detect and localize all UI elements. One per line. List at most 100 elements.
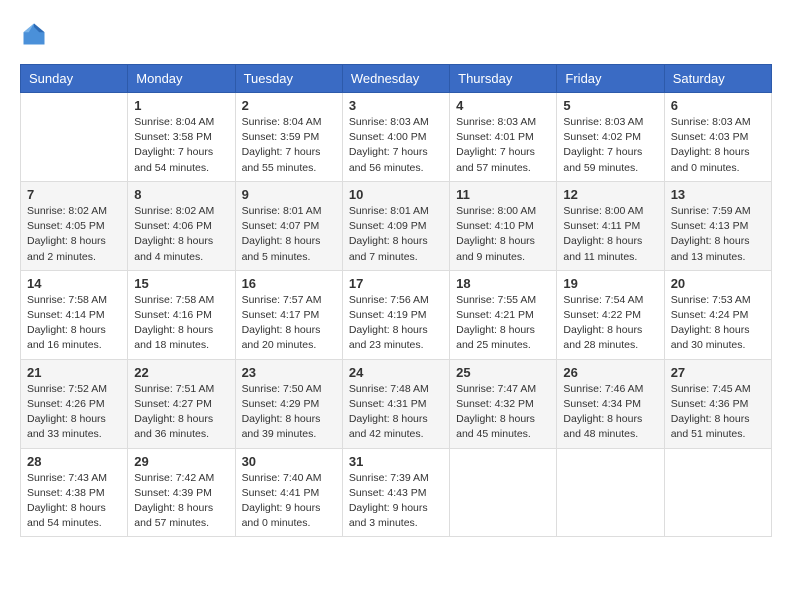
day-number: 20 — [671, 276, 765, 291]
day-number: 13 — [671, 187, 765, 202]
calendar: SundayMondayTuesdayWednesdayThursdayFrid… — [20, 64, 772, 537]
day-number: 29 — [134, 454, 228, 469]
day-cell: 21 Sunrise: 7:52 AM Sunset: 4:26 PM Dayli… — [21, 359, 128, 448]
day-info: Sunrise: 7:50 AM Sunset: 4:29 PM Dayligh… — [242, 382, 336, 443]
day-cell: 7 Sunrise: 8:02 AM Sunset: 4:05 PM Daylig… — [21, 181, 128, 270]
day-info: Sunrise: 8:04 AM Sunset: 3:58 PM Dayligh… — [134, 115, 228, 176]
day-info: Sunrise: 8:02 AM Sunset: 4:06 PM Dayligh… — [134, 204, 228, 265]
day-number: 22 — [134, 365, 228, 380]
day-info: Sunrise: 7:45 AM Sunset: 4:36 PM Dayligh… — [671, 382, 765, 443]
day-cell: 10 Sunrise: 8:01 AM Sunset: 4:09 PM Dayli… — [342, 181, 449, 270]
day-cell: 16 Sunrise: 7:57 AM Sunset: 4:17 PM Dayli… — [235, 270, 342, 359]
weekday-header-friday: Friday — [557, 65, 664, 93]
weekday-header-row: SundayMondayTuesdayWednesdayThursdayFrid… — [21, 65, 772, 93]
weekday-header-saturday: Saturday — [664, 65, 771, 93]
day-info: Sunrise: 7:42 AM Sunset: 4:39 PM Dayligh… — [134, 471, 228, 532]
day-cell: 15 Sunrise: 7:58 AM Sunset: 4:16 PM Dayli… — [128, 270, 235, 359]
day-number: 23 — [242, 365, 336, 380]
day-cell: 4Sunrise: 8:03 AM Sunset: 4:01 PM Daylig… — [450, 93, 557, 182]
week-row-2: 7 Sunrise: 8:02 AM Sunset: 4:05 PM Daylig… — [21, 181, 772, 270]
day-info: Sunrise: 7:59 AM Sunset: 4:13 PM Dayligh… — [671, 204, 765, 265]
day-cell: 6 Sunrise: 8:03 AM Sunset: 4:03 PM Daylig… — [664, 93, 771, 182]
day-cell: 27 Sunrise: 7:45 AM Sunset: 4:36 PM Dayli… — [664, 359, 771, 448]
weekday-header-thursday: Thursday — [450, 65, 557, 93]
day-cell: 14 Sunrise: 7:58 AM Sunset: 4:14 PM Dayli… — [21, 270, 128, 359]
day-info: Sunrise: 7:58 AM Sunset: 4:16 PM Dayligh… — [134, 293, 228, 354]
day-info: Sunrise: 8:00 AM Sunset: 4:11 PM Dayligh… — [563, 204, 657, 265]
weekday-header-sunday: Sunday — [21, 65, 128, 93]
day-info: Sunrise: 7:52 AM Sunset: 4:26 PM Dayligh… — [27, 382, 121, 443]
day-cell: 11Sunrise: 8:00 AM Sunset: 4:10 PM Dayli… — [450, 181, 557, 270]
day-info: Sunrise: 8:02 AM Sunset: 4:05 PM Dayligh… — [27, 204, 121, 265]
day-info: Sunrise: 7:56 AM Sunset: 4:19 PM Dayligh… — [349, 293, 443, 354]
day-number: 3 — [349, 98, 443, 113]
day-cell: 26Sunrise: 7:46 AM Sunset: 4:34 PM Dayli… — [557, 359, 664, 448]
day-number: 28 — [27, 454, 121, 469]
day-number: 31 — [349, 454, 443, 469]
week-row-1: 1Sunrise: 8:04 AM Sunset: 3:58 PM Daylig… — [21, 93, 772, 182]
day-number: 9 — [242, 187, 336, 202]
day-number: 8 — [134, 187, 228, 202]
day-number: 11 — [456, 187, 550, 202]
day-info: Sunrise: 7:57 AM Sunset: 4:17 PM Dayligh… — [242, 293, 336, 354]
day-number: 10 — [349, 187, 443, 202]
day-number: 14 — [27, 276, 121, 291]
day-info: Sunrise: 8:03 AM Sunset: 4:03 PM Dayligh… — [671, 115, 765, 176]
day-number: 19 — [563, 276, 657, 291]
day-cell: 22 Sunrise: 7:51 AM Sunset: 4:27 PM Dayli… — [128, 359, 235, 448]
week-row-4: 21 Sunrise: 7:52 AM Sunset: 4:26 PM Dayli… — [21, 359, 772, 448]
day-info: Sunrise: 7:47 AM Sunset: 4:32 PM Dayligh… — [456, 382, 550, 443]
day-cell: 9Sunrise: 8:01 AM Sunset: 4:07 PM Daylig… — [235, 181, 342, 270]
day-info: Sunrise: 8:04 AM Sunset: 3:59 PM Dayligh… — [242, 115, 336, 176]
day-cell: 18 Sunrise: 7:55 AM Sunset: 4:21 PM Dayli… — [450, 270, 557, 359]
day-number: 27 — [671, 365, 765, 380]
day-number: 26 — [563, 365, 657, 380]
day-cell: 5 Sunrise: 8:03 AM Sunset: 4:02 PM Daylig… — [557, 93, 664, 182]
day-cell: 13 Sunrise: 7:59 AM Sunset: 4:13 PM Dayli… — [664, 181, 771, 270]
weekday-header-monday: Monday — [128, 65, 235, 93]
day-number: 18 — [456, 276, 550, 291]
day-cell: 25 Sunrise: 7:47 AM Sunset: 4:32 PM Dayli… — [450, 359, 557, 448]
day-info: Sunrise: 7:40 AM Sunset: 4:41 PM Dayligh… — [242, 471, 336, 532]
day-info: Sunrise: 7:51 AM Sunset: 4:27 PM Dayligh… — [134, 382, 228, 443]
day-number: 15 — [134, 276, 228, 291]
day-cell: 20 Sunrise: 7:53 AM Sunset: 4:24 PM Dayli… — [664, 270, 771, 359]
day-cell: 1Sunrise: 8:04 AM Sunset: 3:58 PM Daylig… — [128, 93, 235, 182]
day-info: Sunrise: 8:03 AM Sunset: 4:00 PM Dayligh… — [349, 115, 443, 176]
day-number: 16 — [242, 276, 336, 291]
day-info: Sunrise: 7:53 AM Sunset: 4:24 PM Dayligh… — [671, 293, 765, 354]
day-info: Sunrise: 7:58 AM Sunset: 4:14 PM Dayligh… — [27, 293, 121, 354]
weekday-header-tuesday: Tuesday — [235, 65, 342, 93]
day-number: 17 — [349, 276, 443, 291]
day-info: Sunrise: 8:03 AM Sunset: 4:02 PM Dayligh… — [563, 115, 657, 176]
day-cell: 30 Sunrise: 7:40 AM Sunset: 4:41 PM Dayli… — [235, 448, 342, 537]
week-row-5: 28 Sunrise: 7:43 AM Sunset: 4:38 PM Dayli… — [21, 448, 772, 537]
day-cell — [450, 448, 557, 537]
day-number: 5 — [563, 98, 657, 113]
day-number: 21 — [27, 365, 121, 380]
day-number: 2 — [242, 98, 336, 113]
day-cell: 29 Sunrise: 7:42 AM Sunset: 4:39 PM Dayli… — [128, 448, 235, 537]
header — [20, 20, 772, 48]
day-info: Sunrise: 8:03 AM Sunset: 4:01 PM Dayligh… — [456, 115, 550, 176]
day-info: Sunrise: 8:01 AM Sunset: 4:09 PM Dayligh… — [349, 204, 443, 265]
logo-icon — [20, 20, 48, 48]
logo — [20, 20, 52, 48]
day-cell: 8 Sunrise: 8:02 AM Sunset: 4:06 PM Daylig… — [128, 181, 235, 270]
day-info: Sunrise: 7:55 AM Sunset: 4:21 PM Dayligh… — [456, 293, 550, 354]
day-info: Sunrise: 7:39 AM Sunset: 4:43 PM Dayligh… — [349, 471, 443, 532]
week-row-3: 14 Sunrise: 7:58 AM Sunset: 4:14 PM Dayli… — [21, 270, 772, 359]
day-cell: 23 Sunrise: 7:50 AM Sunset: 4:29 PM Dayli… — [235, 359, 342, 448]
day-number: 30 — [242, 454, 336, 469]
day-info: Sunrise: 7:43 AM Sunset: 4:38 PM Dayligh… — [27, 471, 121, 532]
weekday-header-wednesday: Wednesday — [342, 65, 449, 93]
day-cell: 2 Sunrise: 8:04 AM Sunset: 3:59 PM Daylig… — [235, 93, 342, 182]
day-number: 7 — [27, 187, 121, 202]
day-cell — [21, 93, 128, 182]
day-cell: 12Sunrise: 8:00 AM Sunset: 4:11 PM Dayli… — [557, 181, 664, 270]
day-number: 25 — [456, 365, 550, 380]
day-cell: 28 Sunrise: 7:43 AM Sunset: 4:38 PM Dayli… — [21, 448, 128, 537]
day-number: 6 — [671, 98, 765, 113]
day-cell: 19Sunrise: 7:54 AM Sunset: 4:22 PM Dayli… — [557, 270, 664, 359]
day-cell: 3 Sunrise: 8:03 AM Sunset: 4:00 PM Daylig… — [342, 93, 449, 182]
